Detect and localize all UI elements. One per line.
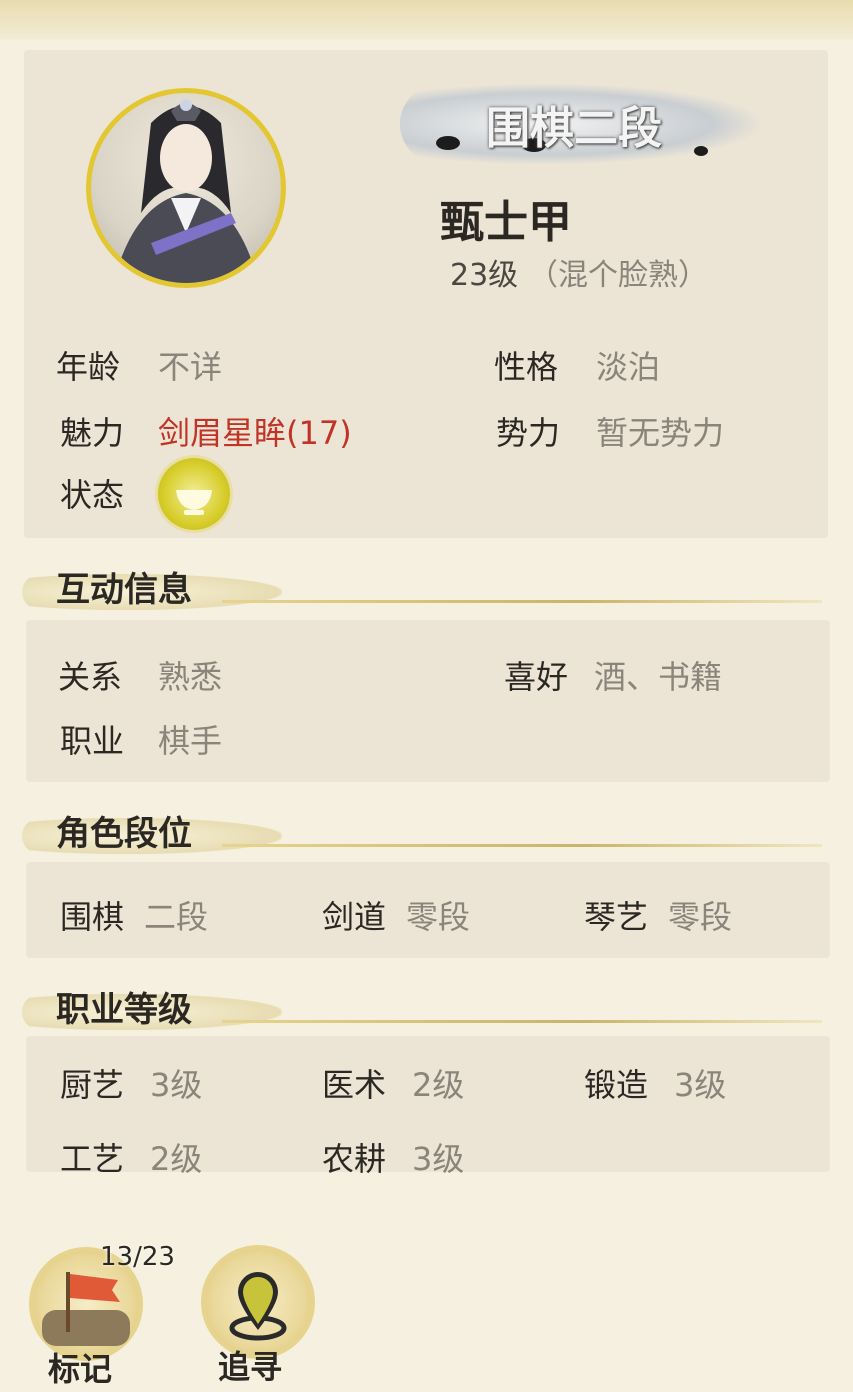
- mark-count: 13/23: [100, 1242, 175, 1272]
- faction-label: 势力: [496, 414, 561, 452]
- interaction-title: 互动信息: [56, 570, 192, 610]
- mark-label[interactable]: 标记: [48, 1344, 112, 1390]
- top-decoration: [0, 0, 853, 40]
- bowl-shape: [176, 490, 212, 515]
- age-label: 年龄: [56, 348, 121, 386]
- job-cooking-value: 3级: [150, 1066, 203, 1104]
- personality-value: 淡泊: [596, 348, 661, 386]
- jobs-title: 职业等级: [56, 990, 192, 1030]
- hobby-value: 酒、书籍: [594, 658, 723, 696]
- rank-sword-label: 剑道: [322, 898, 387, 936]
- interaction-panel: [26, 620, 830, 782]
- jobs-section-header: 职业等级: [22, 980, 822, 1030]
- personality-label: 性格: [494, 348, 559, 386]
- interaction-section-header: 互动信息: [22, 560, 822, 610]
- go-stone-icon: [436, 136, 460, 150]
- ranks-title: 角色段位: [56, 814, 192, 854]
- trace-button[interactable]: [204, 1248, 312, 1356]
- job-forging-label: 锻造: [584, 1066, 649, 1104]
- faction-value: 暂无势力: [596, 414, 725, 452]
- ranks-section-header: 角色段位: [22, 804, 822, 854]
- job-label: 职业: [60, 722, 125, 760]
- section-divider: [222, 844, 822, 847]
- job-medicine-value: 2级: [412, 1066, 465, 1104]
- relation-label: 关系: [58, 658, 123, 696]
- job-forging-value: 3级: [674, 1066, 727, 1104]
- go-stone-icon: [694, 146, 708, 156]
- trace-label[interactable]: 追寻: [218, 1342, 282, 1388]
- rank-badge-text: 围棋二段: [486, 103, 662, 154]
- rank-go-value: 二段: [144, 898, 209, 936]
- status-label: 状态: [60, 476, 125, 514]
- rank-sword-value: 零段: [406, 898, 471, 936]
- character-level: 23级: [450, 258, 519, 293]
- rank-badge: 围棋二段: [400, 84, 760, 164]
- charm-label: 魅力: [60, 414, 125, 452]
- character-name: 甄士甲: [440, 197, 572, 248]
- character-level-desc: （混个脸熟）: [528, 258, 708, 293]
- character-avatar[interactable]: [86, 88, 286, 288]
- rank-qin-label: 琴艺: [584, 898, 649, 936]
- job-farming-label: 农耕: [322, 1140, 387, 1178]
- relation-value: 熟悉: [158, 658, 223, 696]
- job-medicine-label: 医术: [322, 1066, 387, 1104]
- location-pin-icon: [229, 1272, 287, 1341]
- job-craft-label: 工艺: [60, 1140, 125, 1178]
- rank-go-label: 围棋: [60, 898, 125, 936]
- charm-value: 剑眉星眸(17): [158, 414, 352, 452]
- rank-qin-value: 零段: [668, 898, 733, 936]
- bowl-icon[interactable]: [158, 458, 230, 530]
- job-craft-value: 2级: [150, 1140, 203, 1178]
- hobby-label: 喜好: [504, 658, 569, 696]
- age-value: 不详: [158, 348, 223, 386]
- section-divider: [222, 600, 822, 603]
- job-farming-value: 3级: [412, 1140, 465, 1178]
- section-divider: [222, 1020, 822, 1023]
- job-value: 棋手: [158, 722, 223, 760]
- portrait-icon: [113, 99, 259, 283]
- job-cooking-label: 厨艺: [60, 1066, 125, 1104]
